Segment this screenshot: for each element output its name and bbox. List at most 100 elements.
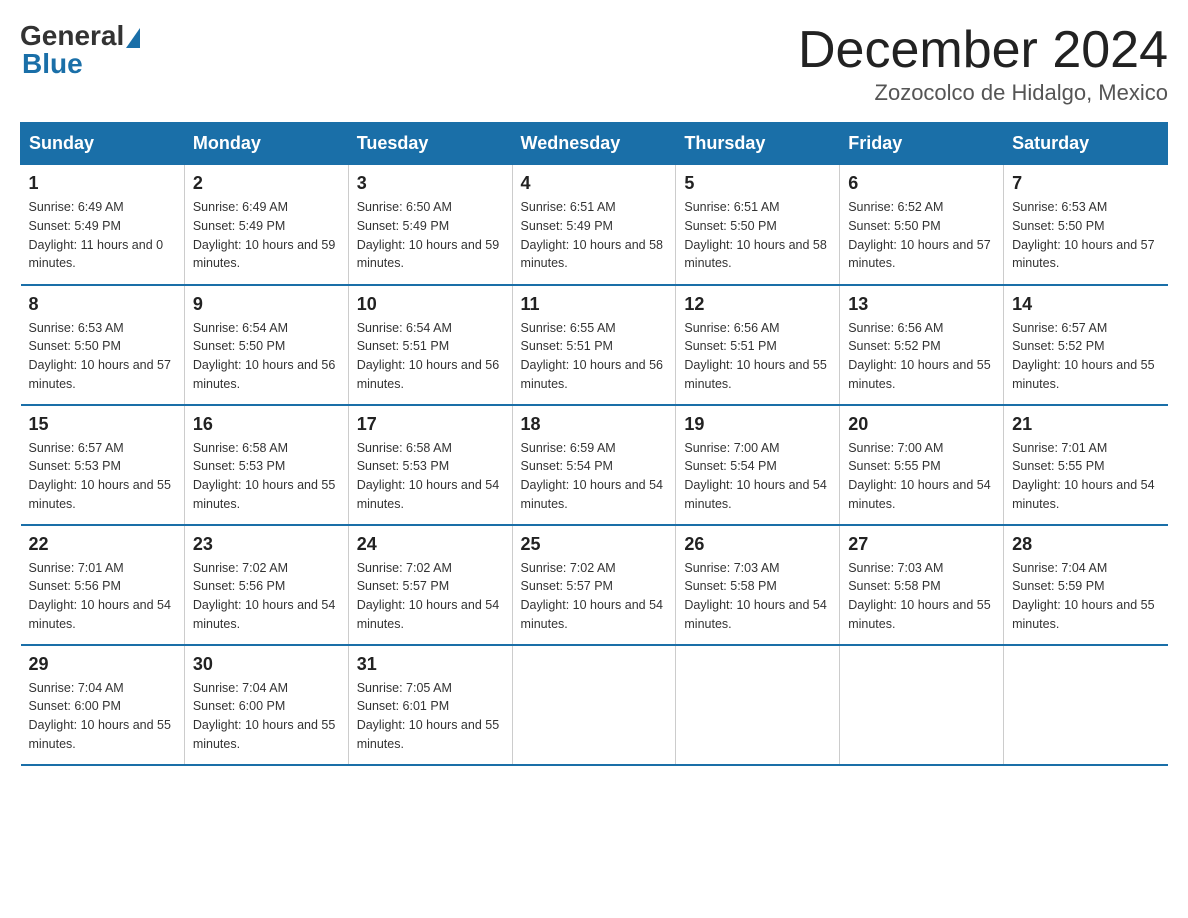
day-number: 26 <box>684 534 831 555</box>
day-number: 29 <box>29 654 176 675</box>
calendar-cell: 17 Sunrise: 6:58 AMSunset: 5:53 PMDaylig… <box>348 405 512 525</box>
logo-blue-text: Blue <box>20 48 83 80</box>
calendar-cell: 14 Sunrise: 6:57 AMSunset: 5:52 PMDaylig… <box>1004 285 1168 405</box>
day-number: 20 <box>848 414 995 435</box>
day-number: 14 <box>1012 294 1159 315</box>
day-info: Sunrise: 7:04 AMSunset: 6:00 PMDaylight:… <box>29 681 171 751</box>
day-number: 9 <box>193 294 340 315</box>
day-info: Sunrise: 7:00 AMSunset: 5:54 PMDaylight:… <box>684 441 826 511</box>
location-subtitle: Zozocolco de Hidalgo, Mexico <box>798 80 1168 106</box>
calendar-week-row: 1 Sunrise: 6:49 AMSunset: 5:49 PMDayligh… <box>21 165 1168 285</box>
calendar-cell: 9 Sunrise: 6:54 AMSunset: 5:50 PMDayligh… <box>184 285 348 405</box>
day-info: Sunrise: 6:56 AMSunset: 5:52 PMDaylight:… <box>848 321 990 391</box>
calendar-cell: 21 Sunrise: 7:01 AMSunset: 5:55 PMDaylig… <box>1004 405 1168 525</box>
day-info: Sunrise: 6:55 AMSunset: 5:51 PMDaylight:… <box>521 321 663 391</box>
day-info: Sunrise: 7:03 AMSunset: 5:58 PMDaylight:… <box>684 561 826 631</box>
calendar-week-row: 22 Sunrise: 7:01 AMSunset: 5:56 PMDaylig… <box>21 525 1168 645</box>
calendar-cell: 5 Sunrise: 6:51 AMSunset: 5:50 PMDayligh… <box>676 165 840 285</box>
calendar-cell: 30 Sunrise: 7:04 AMSunset: 6:00 PMDaylig… <box>184 645 348 765</box>
day-info: Sunrise: 6:57 AMSunset: 5:52 PMDaylight:… <box>1012 321 1154 391</box>
day-info: Sunrise: 6:59 AMSunset: 5:54 PMDaylight:… <box>521 441 663 511</box>
calendar-cell: 1 Sunrise: 6:49 AMSunset: 5:49 PMDayligh… <box>21 165 185 285</box>
day-info: Sunrise: 7:03 AMSunset: 5:58 PMDaylight:… <box>848 561 990 631</box>
calendar-table: SundayMondayTuesdayWednesdayThursdayFrid… <box>20 122 1168 766</box>
calendar-cell: 19 Sunrise: 7:00 AMSunset: 5:54 PMDaylig… <box>676 405 840 525</box>
day-info: Sunrise: 6:51 AMSunset: 5:50 PMDaylight:… <box>684 200 826 270</box>
calendar-week-row: 15 Sunrise: 6:57 AMSunset: 5:53 PMDaylig… <box>21 405 1168 525</box>
day-number: 4 <box>521 173 668 194</box>
day-number: 10 <box>357 294 504 315</box>
calendar-cell: 4 Sunrise: 6:51 AMSunset: 5:49 PMDayligh… <box>512 165 676 285</box>
day-info: Sunrise: 6:56 AMSunset: 5:51 PMDaylight:… <box>684 321 826 391</box>
day-number: 25 <box>521 534 668 555</box>
day-number: 30 <box>193 654 340 675</box>
calendar-cell: 26 Sunrise: 7:03 AMSunset: 5:58 PMDaylig… <box>676 525 840 645</box>
calendar-cell: 15 Sunrise: 6:57 AMSunset: 5:53 PMDaylig… <box>21 405 185 525</box>
day-number: 17 <box>357 414 504 435</box>
calendar-cell <box>676 645 840 765</box>
day-info: Sunrise: 6:51 AMSunset: 5:49 PMDaylight:… <box>521 200 663 270</box>
month-title: December 2024 <box>798 20 1168 80</box>
calendar-cell: 28 Sunrise: 7:04 AMSunset: 5:59 PMDaylig… <box>1004 525 1168 645</box>
day-number: 24 <box>357 534 504 555</box>
day-info: Sunrise: 6:49 AMSunset: 5:49 PMDaylight:… <box>29 200 164 270</box>
calendar-header-row: SundayMondayTuesdayWednesdayThursdayFrid… <box>21 123 1168 165</box>
day-info: Sunrise: 6:49 AMSunset: 5:49 PMDaylight:… <box>193 200 335 270</box>
day-info: Sunrise: 7:04 AMSunset: 5:59 PMDaylight:… <box>1012 561 1154 631</box>
calendar-cell: 6 Sunrise: 6:52 AMSunset: 5:50 PMDayligh… <box>840 165 1004 285</box>
calendar-cell: 23 Sunrise: 7:02 AMSunset: 5:56 PMDaylig… <box>184 525 348 645</box>
day-number: 12 <box>684 294 831 315</box>
calendar-cell: 10 Sunrise: 6:54 AMSunset: 5:51 PMDaylig… <box>348 285 512 405</box>
calendar-cell: 8 Sunrise: 6:53 AMSunset: 5:50 PMDayligh… <box>21 285 185 405</box>
calendar-week-row: 29 Sunrise: 7:04 AMSunset: 6:00 PMDaylig… <box>21 645 1168 765</box>
column-header-sunday: Sunday <box>21 123 185 165</box>
calendar-cell: 18 Sunrise: 6:59 AMSunset: 5:54 PMDaylig… <box>512 405 676 525</box>
calendar-cell: 31 Sunrise: 7:05 AMSunset: 6:01 PMDaylig… <box>348 645 512 765</box>
calendar-cell: 25 Sunrise: 7:02 AMSunset: 5:57 PMDaylig… <box>512 525 676 645</box>
day-number: 16 <box>193 414 340 435</box>
day-number: 7 <box>1012 173 1159 194</box>
day-info: Sunrise: 7:05 AMSunset: 6:01 PMDaylight:… <box>357 681 499 751</box>
column-header-wednesday: Wednesday <box>512 123 676 165</box>
day-info: Sunrise: 6:50 AMSunset: 5:49 PMDaylight:… <box>357 200 499 270</box>
day-info: Sunrise: 6:58 AMSunset: 5:53 PMDaylight:… <box>193 441 335 511</box>
day-info: Sunrise: 7:02 AMSunset: 5:56 PMDaylight:… <box>193 561 335 631</box>
day-number: 1 <box>29 173 176 194</box>
day-number: 27 <box>848 534 995 555</box>
calendar-cell <box>1004 645 1168 765</box>
day-number: 18 <box>521 414 668 435</box>
calendar-cell <box>512 645 676 765</box>
day-info: Sunrise: 6:58 AMSunset: 5:53 PMDaylight:… <box>357 441 499 511</box>
calendar-cell: 13 Sunrise: 6:56 AMSunset: 5:52 PMDaylig… <box>840 285 1004 405</box>
day-number: 28 <box>1012 534 1159 555</box>
day-number: 2 <box>193 173 340 194</box>
day-number: 6 <box>848 173 995 194</box>
calendar-cell: 29 Sunrise: 7:04 AMSunset: 6:00 PMDaylig… <box>21 645 185 765</box>
calendar-cell: 3 Sunrise: 6:50 AMSunset: 5:49 PMDayligh… <box>348 165 512 285</box>
day-info: Sunrise: 6:53 AMSunset: 5:50 PMDaylight:… <box>1012 200 1154 270</box>
day-info: Sunrise: 6:53 AMSunset: 5:50 PMDaylight:… <box>29 321 171 391</box>
day-info: Sunrise: 7:01 AMSunset: 5:55 PMDaylight:… <box>1012 441 1154 511</box>
day-info: Sunrise: 7:04 AMSunset: 6:00 PMDaylight:… <box>193 681 335 751</box>
column-header-thursday: Thursday <box>676 123 840 165</box>
day-number: 3 <box>357 173 504 194</box>
calendar-cell: 22 Sunrise: 7:01 AMSunset: 5:56 PMDaylig… <box>21 525 185 645</box>
day-number: 15 <box>29 414 176 435</box>
column-header-friday: Friday <box>840 123 1004 165</box>
day-number: 8 <box>29 294 176 315</box>
day-number: 19 <box>684 414 831 435</box>
day-info: Sunrise: 6:54 AMSunset: 5:51 PMDaylight:… <box>357 321 499 391</box>
day-info: Sunrise: 6:54 AMSunset: 5:50 PMDaylight:… <box>193 321 335 391</box>
calendar-cell: 27 Sunrise: 7:03 AMSunset: 5:58 PMDaylig… <box>840 525 1004 645</box>
day-number: 21 <box>1012 414 1159 435</box>
column-header-tuesday: Tuesday <box>348 123 512 165</box>
column-header-monday: Monday <box>184 123 348 165</box>
logo: General Blue <box>20 20 140 80</box>
calendar-cell: 7 Sunrise: 6:53 AMSunset: 5:50 PMDayligh… <box>1004 165 1168 285</box>
calendar-cell: 24 Sunrise: 7:02 AMSunset: 5:57 PMDaylig… <box>348 525 512 645</box>
day-info: Sunrise: 7:01 AMSunset: 5:56 PMDaylight:… <box>29 561 171 631</box>
day-number: 23 <box>193 534 340 555</box>
calendar-cell: 16 Sunrise: 6:58 AMSunset: 5:53 PMDaylig… <box>184 405 348 525</box>
calendar-week-row: 8 Sunrise: 6:53 AMSunset: 5:50 PMDayligh… <box>21 285 1168 405</box>
day-number: 31 <box>357 654 504 675</box>
